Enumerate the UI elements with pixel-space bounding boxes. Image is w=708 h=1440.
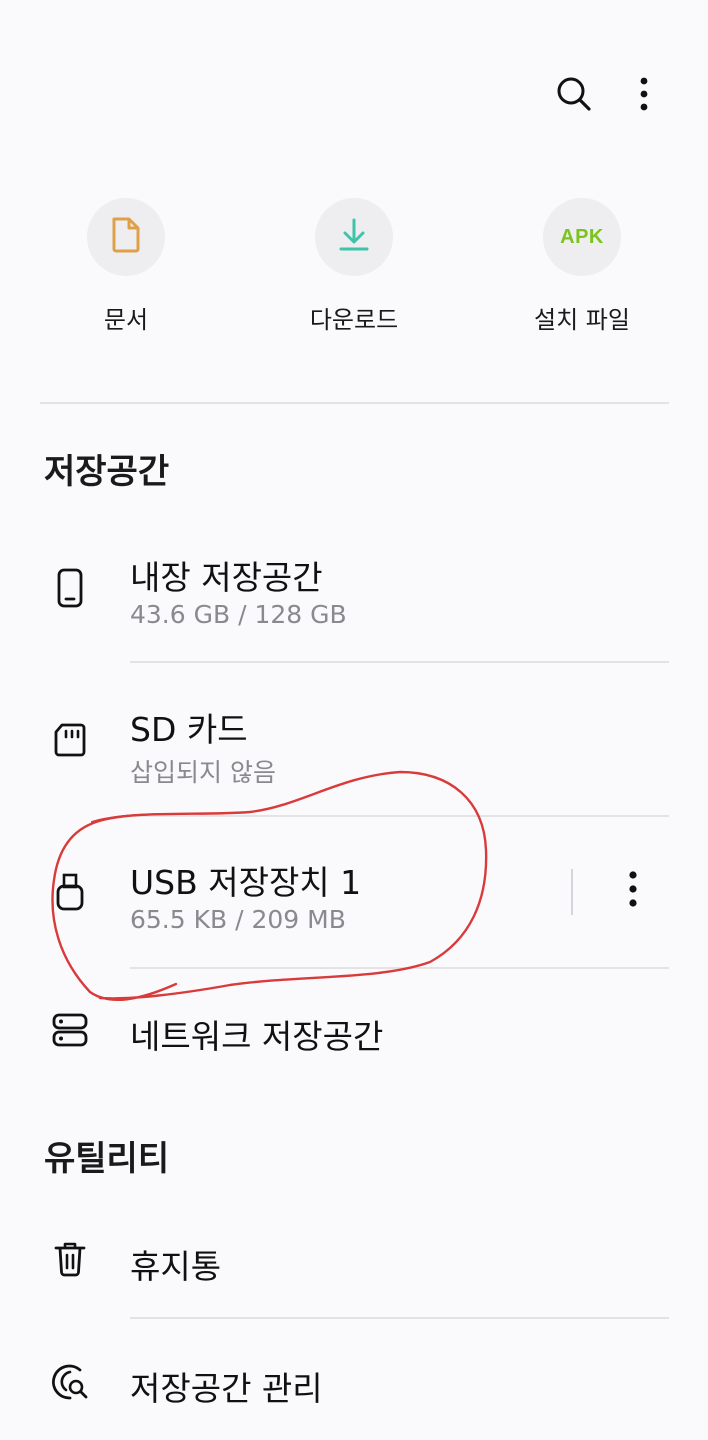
section-divider: [40, 402, 669, 404]
category-circle: APK: [543, 198, 621, 276]
more-options-button[interactable]: [618, 70, 670, 122]
trash-item[interactable]: [0, 1205, 708, 1317]
network-storage-icon: [48, 1008, 92, 1052]
storage-analysis-icon: [48, 1360, 92, 1404]
network-storage-title: 네트워크 저장공간: [130, 1017, 384, 1056]
utilities-section-title: 유틸리티: [44, 1139, 170, 1179]
storage-management-item[interactable]: [0, 1319, 708, 1440]
internal-storage-item[interactable]: [0, 530, 708, 660]
sd-card-title: SD 카드: [130, 710, 248, 749]
more-vertical-icon: [639, 76, 649, 116]
storage-section-title: 저장공간: [44, 452, 170, 492]
internal-storage-title: 내장 저장공간: [130, 558, 323, 597]
download-icon: [337, 217, 371, 257]
more-vertical-icon: [628, 870, 638, 912]
sd-card-icon: [48, 718, 92, 762]
apk-icon: APK: [560, 225, 604, 248]
category-circle: [315, 198, 393, 276]
trash-title: 휴지통: [130, 1247, 222, 1286]
sd-card-status: 삽입되지 않음: [130, 758, 276, 787]
category-downloads[interactable]: 다운로드: [274, 198, 434, 335]
usb-storage-usage: 65.5 KB / 209 MB: [130, 905, 346, 934]
search-icon: [555, 75, 593, 117]
document-icon: [109, 216, 143, 258]
category-label: 다운로드: [309, 306, 399, 334]
storage-management-title: 저장공간 관리: [130, 1369, 323, 1408]
category-documents[interactable]: 문서: [46, 198, 206, 335]
search-button[interactable]: [548, 70, 600, 122]
vertical-separator: [571, 869, 573, 915]
category-label: 문서: [103, 306, 149, 334]
sd-card-item[interactable]: [0, 663, 708, 815]
category-circle: [87, 198, 165, 276]
internal-storage-usage: 43.6 GB / 128 GB: [130, 600, 347, 629]
phone-icon: [48, 566, 92, 610]
category-installation-files[interactable]: APK 설치 파일: [502, 198, 662, 335]
category-label: 설치 파일: [534, 306, 630, 334]
usb-more-options-button[interactable]: [607, 865, 659, 917]
usb-storage-title: USB 저장장치 1: [130, 863, 362, 902]
usb-icon: [48, 870, 92, 914]
trash-icon: [48, 1237, 92, 1281]
